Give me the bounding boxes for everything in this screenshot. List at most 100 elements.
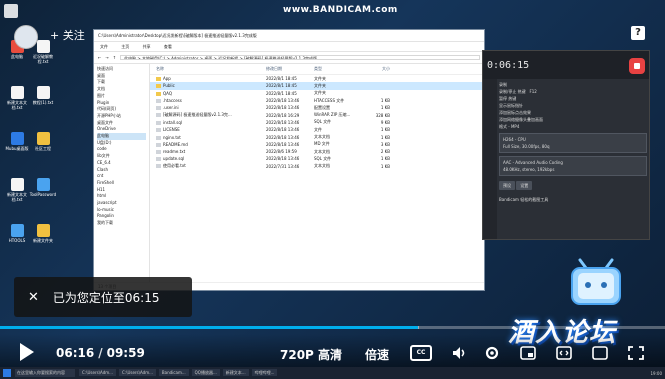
menu-share[interactable]: 共享 (143, 44, 151, 49)
menu-home[interactable]: 主页 (121, 44, 129, 49)
web-fullscreen-icon[interactable] (592, 346, 608, 360)
settings-icon[interactable] (484, 345, 500, 361)
nav-item[interactable]: Clash (97, 167, 146, 174)
nav-item[interactable]: lo-music (97, 207, 146, 214)
setting-row[interactable]: 添加网络摄像头叠加画面 (499, 116, 647, 123)
follow-button[interactable]: + 关注 (50, 27, 85, 43)
help-icon[interactable]: ? (631, 26, 645, 40)
file-row[interactable]: install.sql 2022/8/18 13:46 SQL 文件 9 KB (150, 119, 484, 126)
file-type: 文件夹 (314, 75, 326, 81)
taskbar-item[interactable]: 哔哩哔哩... (251, 369, 278, 376)
file-icon (156, 142, 161, 147)
nav-item[interactable]: 文档 (97, 86, 146, 93)
header-date[interactable]: 修改日期 (266, 66, 314, 72)
setting-row[interactable]: 添加鼠标点击效果 (499, 109, 647, 116)
file-row[interactable]: nginx.txt 2022/8/18 13:46 文本文档 1 KB (150, 133, 484, 140)
video-frame[interactable]: 此电脑 近况破解教程.txt 新建文本文档.txt 教程(1).txt Mubu桌面版社… (0, 0, 665, 379)
nav-item[interactable]: html (97, 193, 146, 200)
close-icon[interactable]: ✕ (28, 290, 39, 305)
nav-item[interactable]: 图片 (97, 93, 146, 100)
taskbar-search[interactable]: 在这里输入你要搜索的内容 (15, 369, 75, 377)
play-icon[interactable] (20, 343, 34, 361)
taskbar-item[interactable]: C:\Users\Adm... (79, 369, 116, 376)
recording-timer: 0:06:15 (487, 59, 530, 71)
header-type[interactable]: 类型 (314, 66, 360, 72)
nav-item[interactable]: H11 (97, 187, 146, 194)
back-arrow-icon[interactable]: ← (98, 55, 101, 60)
file-row[interactable]: .htaccess 2022/8/18 13:46 HTACCESS 文件 1 KB (150, 97, 484, 104)
volume-icon[interactable] (452, 346, 468, 360)
nav-item[interactable]: lib文件 (97, 153, 146, 160)
file-row[interactable]: Public 2022/8/1 18:45 文件夹 (150, 82, 484, 90)
setting-row[interactable]: 暂停 热键 (499, 95, 647, 102)
file-row[interactable]: readme.txt 2022/8/6 19:59 文本文档 2 KB (150, 148, 484, 155)
file-type: 配置设置 (314, 104, 330, 110)
quality-button[interactable]: 720P 高清 (280, 346, 342, 363)
setting-row[interactable]: 显示鼠标指针 (499, 102, 647, 109)
windows-taskbar: 在这里输入你要搜索的内容 C:\Users\Adm... C:\Users\Adm… (0, 367, 665, 379)
nav-item[interactable]: 开源PHP小站 (97, 113, 146, 120)
desktop-icon[interactable]: 教程(1).txt (28, 86, 58, 105)
file-icon (156, 164, 161, 169)
nav-item[interactable]: 快速访问 (97, 66, 146, 73)
up-arrow-icon[interactable]: ↑ (113, 55, 116, 60)
file-row[interactable]: .user.ini 2022/8/18 13:46 配置设置 1 KB (150, 104, 484, 111)
file-row[interactable]: README.md 2022/8/18 13:46 MD 文件 3 KB (150, 141, 484, 148)
preset-button[interactable]: 预设 (499, 181, 515, 190)
taskbar-item[interactable]: Bandicam... (158, 369, 189, 376)
file-row[interactable]: LICENSE 2022/8/18 13:46 文件 1 KB (150, 126, 484, 133)
bandicam-toolbar: 0:06:15 (483, 51, 649, 79)
nav-item[interactable]: CE_6.4 (97, 160, 146, 167)
pip-icon[interactable] (520, 346, 536, 360)
address-path[interactable]: 此电脑 > 本地磁盘(C:) > Administrator > 桌面 > 近况… (120, 55, 480, 60)
widescreen-icon[interactable] (556, 346, 572, 360)
file-icon (156, 113, 161, 118)
file-icon (156, 157, 161, 162)
nav-item[interactable]: 此电脑 (97, 133, 146, 140)
file-row[interactable]: App 2022/8/1 18:45 文件夹 (150, 75, 484, 82)
nav-item[interactable]: FireShell (97, 180, 146, 187)
file-row[interactable]: update.sql 2022/8/18 13:46 SQL 文件 1 KB (150, 155, 484, 162)
desktop-icon[interactable]: 新建文件夹 (28, 224, 58, 243)
seek-toast: ✕ 已为您定位至06:15 (14, 277, 192, 317)
nav-item[interactable]: 代码(网页) (97, 106, 146, 113)
header-name[interactable]: 名称 (156, 66, 266, 72)
nav-item[interactable]: cnt (97, 173, 146, 180)
taskbar-item[interactable]: C:\Users\Adm... (118, 369, 156, 376)
menu-file[interactable]: 文件 (100, 44, 108, 49)
nav-item[interactable]: 桌面文件 (97, 120, 146, 127)
played-bar (0, 326, 418, 329)
desktop-icon[interactable]: ToolPassword (28, 178, 58, 197)
settings-button[interactable]: 设置 (516, 181, 533, 190)
desktop-icon[interactable]: 社区工程 (28, 132, 58, 151)
hotkey-value[interactable]: F12 (529, 89, 536, 94)
header-size[interactable]: 大小 (360, 66, 390, 72)
file-icon (10, 178, 24, 191)
file-row[interactable]: QAQ 2022/8/1 18:45 文件夹 (150, 90, 484, 97)
file-row[interactable]: [破解源码] 极速推送轻量版v2.1.3完... 2022/8/18 16:29 W… (150, 111, 484, 118)
avatar[interactable] (14, 25, 38, 49)
menu-view[interactable]: 查看 (164, 44, 172, 49)
record-stop-button[interactable] (629, 58, 645, 74)
audio-codec-box: AAC - Advanced Audio Coding 48.0KHz, ste… (499, 156, 647, 176)
taskbar-item[interactable]: QQ播放器... (191, 369, 220, 376)
speed-button[interactable]: 倍速 (365, 346, 389, 363)
setting-row: 格式 - MP4 (499, 124, 520, 129)
file-row[interactable]: 使用必看.txt 2022/7/31 13:46 文本文档 1 KB (150, 163, 484, 170)
audio-settings: 48.0KHz, stereo, 192kbps (503, 167, 555, 172)
nav-item[interactable]: 我的下载 (97, 220, 146, 227)
start-icon[interactable] (3, 369, 11, 377)
nav-item[interactable]: U盘(D:) (97, 140, 146, 147)
taskbar-item[interactable]: 新建文本... (222, 369, 249, 376)
forward-arrow-icon[interactable]: → (105, 55, 108, 60)
desktop-icon-label: ToolPassword (29, 192, 57, 197)
fullscreen-icon[interactable] (628, 346, 644, 360)
setting-row[interactable]: 录制/停止 热键 F12 (499, 88, 647, 95)
folder-icon (156, 84, 161, 89)
navigation-pane: 快速访问 桌面 下载 文档 图片 Plugin 代码(网页) 开源PHP小站 桌面文件 OneDr… (94, 64, 150, 282)
progress-bar[interactable] (0, 326, 665, 329)
nav-item[interactable]: javascript (97, 200, 146, 207)
subtitle-button[interactable]: CC (410, 345, 432, 361)
file-type: 文件 (314, 126, 322, 132)
file-size: 2 KB (380, 149, 390, 155)
